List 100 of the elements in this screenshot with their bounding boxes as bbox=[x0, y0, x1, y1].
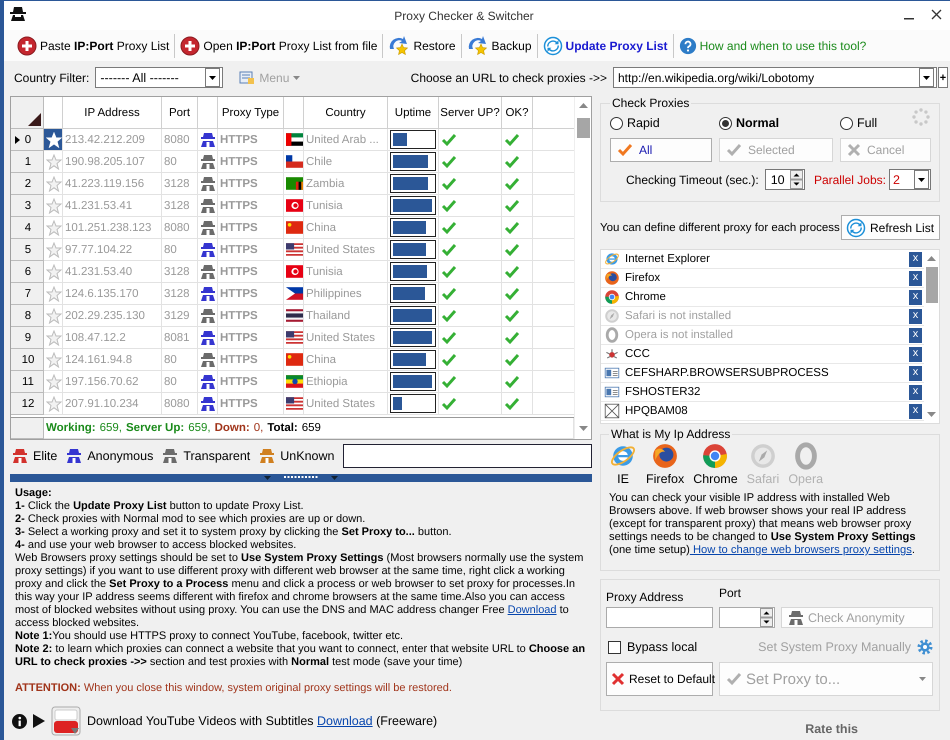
proxy-address-field[interactable] bbox=[606, 607, 713, 628]
radio-button[interactable]: Normal bbox=[719, 112, 833, 134]
star-button[interactable] bbox=[44, 217, 63, 239]
column-header[interactable] bbox=[198, 97, 218, 129]
remove-button[interactable]: x bbox=[909, 346, 922, 362]
remove-button[interactable]: x bbox=[909, 252, 922, 266]
scroll-up-icon[interactable] bbox=[579, 103, 588, 108]
row-header[interactable]: 4 bbox=[11, 217, 44, 239]
refresh-button[interactable]: Refresh List bbox=[841, 215, 940, 240]
row-header[interactable]: 2 bbox=[11, 173, 44, 195]
process-item[interactable]: CCC x bbox=[601, 345, 924, 364]
column-header[interactable]: Proxy Type bbox=[218, 97, 284, 129]
row-header[interactable]: 1 bbox=[11, 151, 44, 173]
column-header[interactable]: Uptime bbox=[388, 97, 439, 129]
star-button[interactable] bbox=[44, 393, 63, 415]
toolbar-button[interactable]: Restore bbox=[383, 32, 460, 58]
process-item[interactable]: FSHOSTER32 x bbox=[601, 383, 924, 402]
spin-arrows-icon[interactable] bbox=[760, 608, 773, 627]
row-header[interactable]: 10 bbox=[11, 349, 44, 371]
add-button[interactable]: + bbox=[938, 67, 948, 88]
toolbar-button[interactable]: Open IP:Port Proxy List from file bbox=[175, 32, 382, 58]
star-button[interactable] bbox=[44, 261, 63, 283]
row-header[interactable]: 0 bbox=[11, 129, 44, 151]
reset-button[interactable]: Reset to Default bbox=[606, 662, 713, 696]
radio-indicator[interactable] bbox=[719, 116, 732, 130]
row-header[interactable]: 3 bbox=[11, 195, 44, 217]
radio-indicator[interactable] bbox=[840, 116, 853, 130]
star-button[interactable] bbox=[44, 129, 63, 151]
radio-indicator[interactable] bbox=[610, 116, 623, 130]
play-icon[interactable] bbox=[33, 714, 45, 728]
row-number: 6 bbox=[24, 266, 32, 278]
close-icon[interactable] bbox=[931, 9, 942, 20]
process-item[interactable]: Opera is not installed x bbox=[601, 326, 924, 345]
column-header[interactable] bbox=[284, 97, 304, 129]
url-combo-field[interactable]: http://en.wikipedia.org/wiki/Lobotomy bbox=[613, 67, 937, 88]
process-item[interactable]: Safari is not installed x bbox=[601, 307, 924, 326]
settings-icon[interactable] bbox=[917, 639, 933, 655]
browser-button[interactable]: IE bbox=[609, 442, 637, 486]
radio-button[interactable]: Full bbox=[840, 112, 931, 134]
help-link[interactable]: How to change web browsers proxy settings bbox=[690, 544, 912, 556]
star-button[interactable] bbox=[44, 239, 63, 261]
row-header[interactable]: 11 bbox=[11, 371, 44, 393]
remove-button[interactable]: x bbox=[909, 366, 922, 380]
process-item[interactable]: HPQBAM08 x bbox=[601, 402, 924, 421]
row-header[interactable]: 7 bbox=[11, 283, 44, 305]
remove-button[interactable]: x bbox=[909, 384, 922, 400]
scroll-up-icon[interactable] bbox=[927, 256, 936, 261]
scroll-down-icon[interactable] bbox=[927, 412, 936, 417]
all-button[interactable]: All bbox=[610, 138, 712, 162]
row-header[interactable]: 5 bbox=[11, 239, 44, 261]
jobs-dropdown[interactable]: 2 bbox=[889, 169, 931, 190]
download-link[interactable]: Download bbox=[317, 714, 373, 728]
row-header[interactable]: 12 bbox=[11, 393, 44, 415]
row-header[interactable]: 8 bbox=[11, 305, 44, 327]
column-header[interactable]: Port bbox=[162, 97, 198, 129]
column-header[interactable]: OK? bbox=[502, 97, 533, 129]
remove-button[interactable]: x bbox=[909, 270, 922, 286]
remove-button[interactable]: x bbox=[909, 404, 922, 418]
star-button[interactable] bbox=[44, 371, 63, 393]
timeout-spinbox[interactable]: 10 bbox=[764, 169, 805, 190]
column-header[interactable]: Country bbox=[304, 97, 388, 129]
scroll-down-icon[interactable] bbox=[579, 426, 588, 431]
country-dropdown[interactable]: ------- All ------- bbox=[95, 67, 224, 88]
row-header[interactable]: 6 bbox=[11, 261, 44, 283]
info-icon[interactable] bbox=[12, 714, 27, 728]
process-name: HPQBAM08 bbox=[625, 405, 688, 417]
column-header[interactable]: Server UP? bbox=[439, 97, 502, 129]
browser-button[interactable]: Chrome bbox=[693, 442, 738, 486]
download-link[interactable]: Download bbox=[508, 604, 557, 616]
checkbox[interactable]: Bypass local bbox=[606, 640, 698, 654]
toolbar-button[interactable]: Update Proxy List bbox=[538, 32, 673, 58]
spin-arrows-icon[interactable] bbox=[790, 170, 803, 189]
scroll-thumb[interactable] bbox=[926, 267, 938, 303]
toolbar-button[interactable]: Backup bbox=[462, 32, 537, 58]
star-button[interactable] bbox=[44, 305, 63, 327]
remove-button[interactable]: x bbox=[909, 290, 922, 304]
browser-button[interactable]: Firefox bbox=[646, 442, 684, 486]
star-button[interactable] bbox=[44, 283, 63, 305]
star-button[interactable] bbox=[44, 151, 63, 173]
toolbar-button[interactable]: Paste IP:Port Proxy List bbox=[12, 32, 174, 58]
radio-button[interactable]: Rapid bbox=[610, 112, 712, 134]
scroll-thumb[interactable] bbox=[577, 118, 590, 138]
process-item[interactable]: Firefox x bbox=[601, 269, 924, 288]
star-arrow-icon bbox=[466, 34, 488, 56]
star-button[interactable] bbox=[44, 195, 63, 217]
remove-button[interactable]: x bbox=[909, 308, 922, 324]
video-logo-icon[interactable] bbox=[51, 706, 81, 736]
column-header[interactable]: IP Address bbox=[63, 97, 162, 129]
star-button[interactable] bbox=[44, 349, 63, 371]
star-button[interactable] bbox=[44, 327, 63, 349]
process-item[interactable]: Chrome x bbox=[601, 288, 924, 307]
process-item[interactable]: Internet Explorer x bbox=[601, 250, 924, 269]
row-header[interactable]: 9 bbox=[11, 327, 44, 349]
process-item[interactable]: CEFSHARP.BROWSERSUBPROCESS x bbox=[601, 364, 924, 383]
help-link[interactable]: How and when to use this tool? bbox=[674, 32, 872, 58]
scrollbar[interactable] bbox=[574, 97, 591, 439]
remove-button[interactable]: x bbox=[909, 328, 922, 342]
star-button[interactable] bbox=[44, 173, 63, 195]
text-field[interactable] bbox=[343, 444, 592, 468]
menu-icon bbox=[239, 70, 256, 84]
